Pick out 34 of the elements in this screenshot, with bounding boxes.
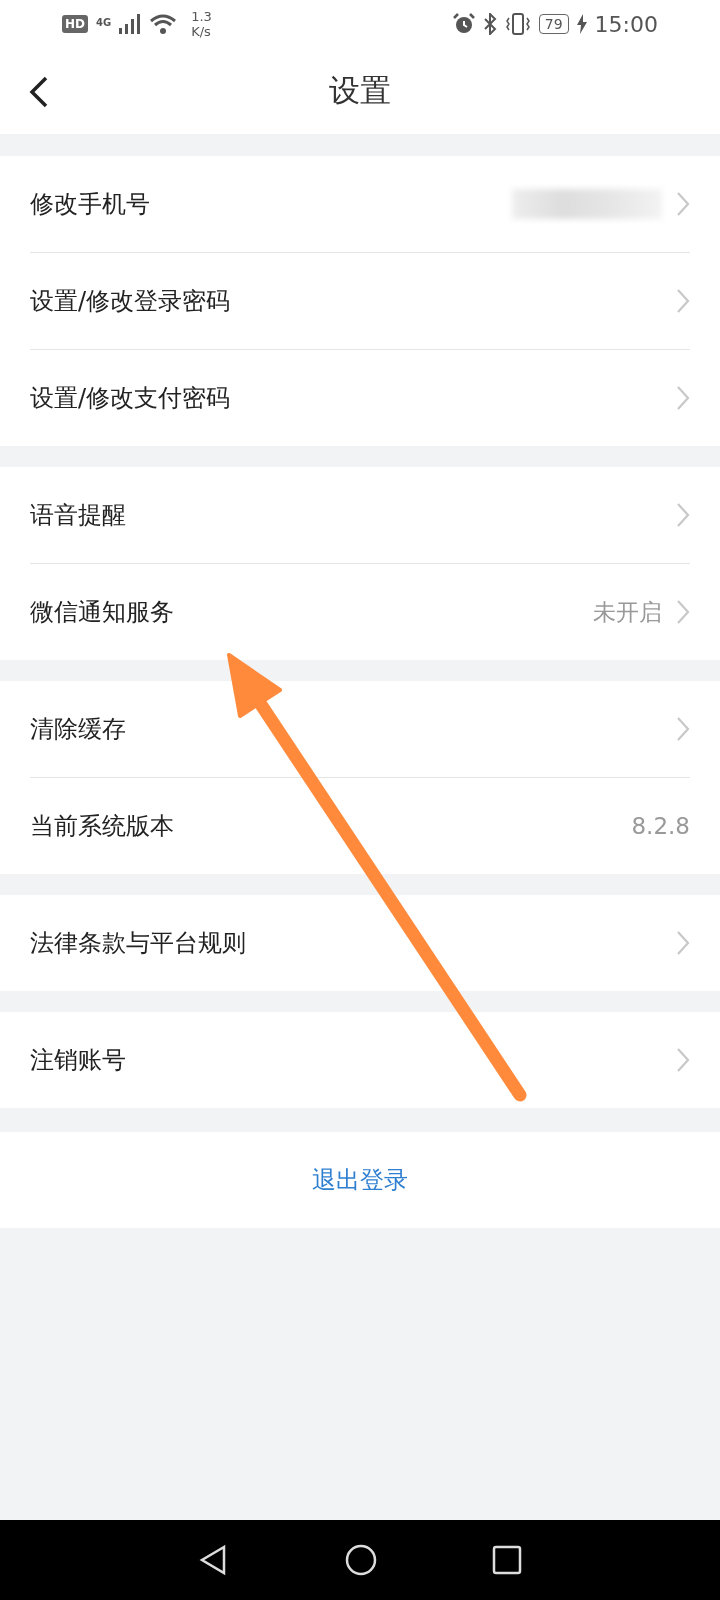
vibrate-icon bbox=[504, 13, 531, 35]
chevron-icon bbox=[676, 716, 690, 742]
version-value: 8.2.8 bbox=[631, 813, 690, 839]
chevron-icon bbox=[676, 930, 690, 956]
settings-item[interactable]: 当前系统版本 bbox=[30, 810, 618, 842]
speed-unit: K/s bbox=[191, 24, 212, 39]
settings-item[interactable]: 设置/修改支付密码 bbox=[30, 382, 662, 414]
settings-item[interactable]: 修改手机号 bbox=[30, 188, 498, 220]
logout-button[interactable]: 退出登录 bbox=[308, 1160, 412, 1200]
back-icon[interactable] bbox=[28, 75, 50, 109]
chevron-icon bbox=[676, 502, 690, 528]
battery-level: 79 bbox=[538, 14, 569, 34]
recents-icon[interactable] bbox=[492, 1545, 522, 1575]
hd-icon: HD bbox=[62, 15, 88, 33]
page-title: 设置 bbox=[329, 71, 391, 110]
chevron-icon bbox=[676, 191, 690, 217]
home-icon[interactable] bbox=[345, 1544, 377, 1576]
signal-icon bbox=[119, 14, 142, 34]
bluetooth-icon bbox=[482, 13, 497, 35]
charging-icon bbox=[576, 14, 587, 34]
settings-item[interactable]: 清除缓存 bbox=[30, 713, 662, 745]
network-type: 4G bbox=[96, 17, 112, 28]
settings-item[interactable]: 设置/修改登录密码 bbox=[30, 285, 662, 317]
chevron-icon bbox=[676, 599, 690, 625]
chevron-icon bbox=[676, 288, 690, 314]
alarm-icon bbox=[452, 13, 475, 35]
wifi-icon bbox=[149, 13, 178, 35]
settings-item[interactable]: 微信通知服务 bbox=[30, 596, 579, 628]
status-value: 未开启 bbox=[593, 597, 662, 627]
settings-item[interactable]: 语音提醒 bbox=[30, 499, 662, 531]
chevron-icon bbox=[676, 1047, 690, 1073]
chevron-icon bbox=[676, 385, 690, 411]
speed-value: 1.3 bbox=[191, 9, 212, 24]
clock-time: 15:00 bbox=[594, 11, 658, 37]
